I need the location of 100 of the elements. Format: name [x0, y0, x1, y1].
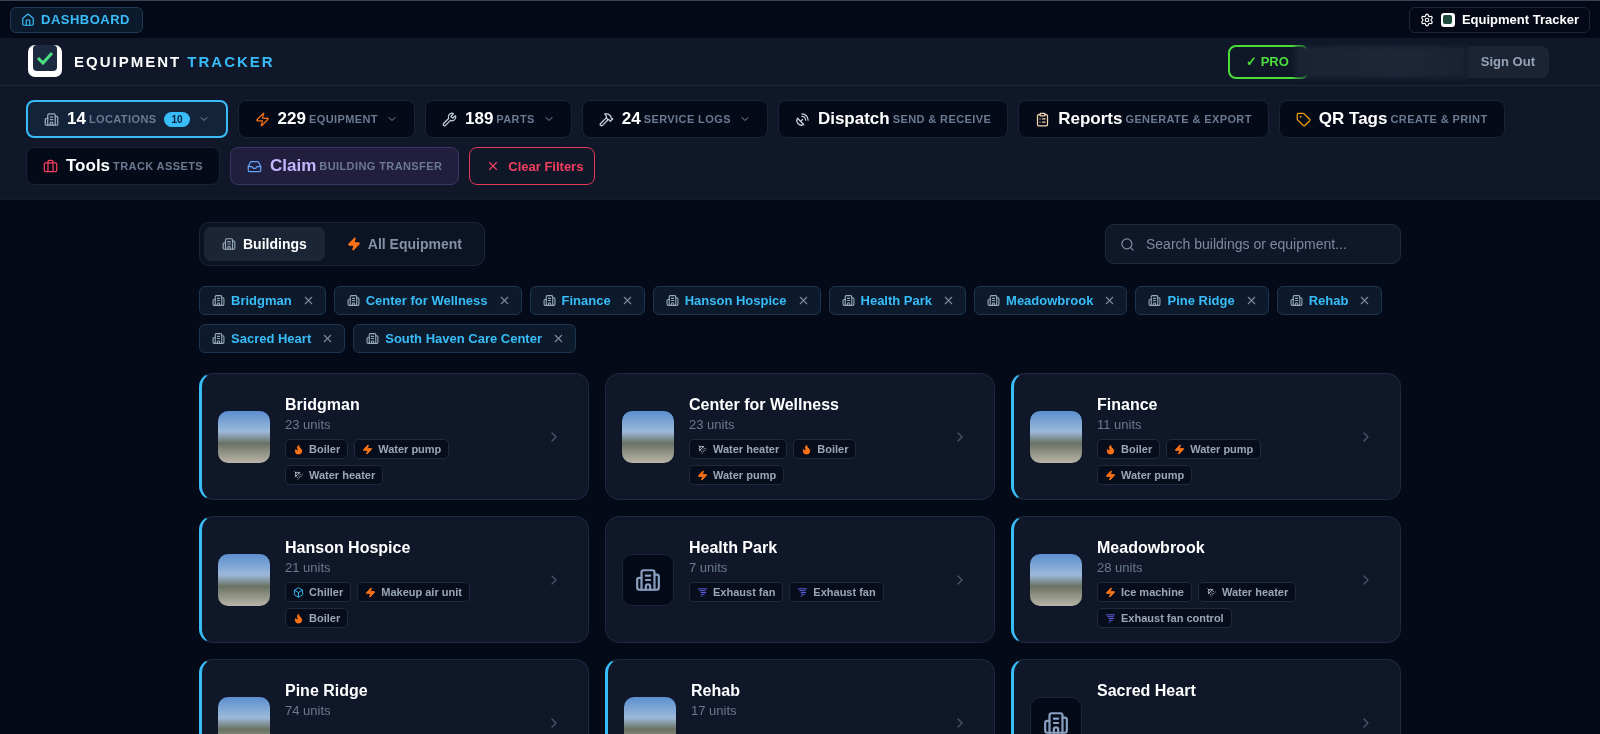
- building-icon: [1148, 294, 1162, 307]
- building-card[interactable]: Finance 11 units Boiler Water pump Water pump: [1011, 373, 1401, 500]
- unit-count: 74 units: [285, 703, 332, 718]
- building-icon: [665, 294, 679, 307]
- unit-count: 23 units: [285, 417, 332, 432]
- equipment-tag: Boiler: [1097, 439, 1161, 459]
- lightning-icon: [346, 237, 361, 251]
- chip-label: Rehab: [1308, 293, 1349, 308]
- lightning-icon: [1174, 443, 1186, 455]
- building-icon: [44, 111, 59, 127]
- building-icon: [346, 294, 360, 307]
- photo-placeholder: [624, 696, 676, 734]
- equipment-tag: Exhaust fan control: [1097, 608, 1232, 628]
- building-name: Pine Ridge: [285, 682, 369, 700]
- building-icon: [987, 294, 1001, 307]
- equipment-tag: Boiler: [285, 608, 349, 628]
- unit-count: 11 units: [1097, 417, 1143, 432]
- search-field[interactable]: Search buildings or equipment...: [1105, 224, 1401, 264]
- building-icon: [841, 294, 855, 307]
- chip-label: Center for Wellness: [365, 293, 488, 308]
- building-icon: [1289, 294, 1303, 307]
- unit-count: 21 units: [285, 560, 332, 575]
- nav-button[interactable]: Clear Filters: [469, 147, 596, 185]
- chip-label: Pine Ridge: [1167, 293, 1235, 308]
- unit-count: 7 units: [689, 560, 729, 575]
- building-name: Center for Wellness: [689, 396, 840, 414]
- dashboard-button[interactable]: DASHBOARD: [10, 6, 143, 33]
- building-icon: [212, 294, 225, 307]
- nav-button[interactable]: Reports GENERATE & EXPORT: [1018, 100, 1269, 138]
- satellite-dish-icon: [794, 111, 810, 127]
- settings-icon: [1419, 12, 1434, 27]
- unit-count: 17 units: [691, 703, 738, 718]
- nav-button[interactable]: 189 PARTS: [425, 100, 572, 138]
- photo-placeholder: [1030, 553, 1082, 606]
- building-card[interactable]: Rehab 17 units: [605, 659, 995, 734]
- flame-icon: [801, 443, 813, 455]
- home-icon: [21, 12, 35, 27]
- nav-button[interactable]: 24 SERVICE LOGS: [581, 100, 768, 138]
- nav-button[interactable]: Tools TRACK ASSETS: [26, 147, 221, 185]
- view-tab[interactable]: Buildings: [204, 227, 325, 261]
- building-name: Health Park: [689, 539, 779, 557]
- equipment-tag: Exhaust fan: [789, 582, 884, 602]
- equipment-tag: Boiler: [793, 439, 857, 459]
- building-card[interactable]: Pine Ridge 74 units: [199, 659, 589, 734]
- lightning-icon: [1105, 469, 1116, 481]
- chip-label: Health Park: [860, 293, 933, 308]
- chip-label: Bridgman: [231, 293, 292, 308]
- equipment-tag: Water heater: [689, 439, 788, 459]
- nav-button[interactable]: QR Tags CREATE & PRINT: [1278, 100, 1505, 138]
- building-name: Sacred Heart: [1097, 682, 1197, 700]
- unit-count: 23 units: [689, 417, 736, 432]
- chip-label: Sacred Heart: [231, 331, 312, 346]
- photo-placeholder: [218, 410, 270, 463]
- sign-out-button[interactable]: Sign Out: [1466, 45, 1549, 78]
- lightning-icon: [365, 586, 377, 598]
- equipment-tag: Water pump: [1097, 465, 1193, 485]
- chip-label: Finance: [561, 293, 611, 308]
- building-card[interactable]: Hanson Hospice 21 units Chiller Makeup air unit Boiler: [199, 516, 589, 643]
- flame-icon: [1105, 443, 1116, 455]
- building-icon: [222, 237, 236, 251]
- nav-button[interactable]: Claim BUILDING TRANSFER: [230, 147, 460, 185]
- nav-button[interactable]: 14 LOCATIONS 10: [26, 100, 228, 138]
- building-card[interactable]: Center for Wellness 23 units Water heater Boiler Water pump: [605, 373, 995, 500]
- chip-label: Hanson Hospice: [684, 293, 787, 308]
- tools-icon: [598, 111, 614, 127]
- close-icon: [552, 332, 565, 345]
- building-card[interactable]: Health Park 7 units Exhaust fan Exhaust fan: [605, 516, 995, 643]
- equipment-tag: Water pump: [354, 439, 450, 459]
- brand-title: EQUIPMENT TRACKER: [74, 53, 275, 70]
- lightning-icon: [1105, 586, 1116, 598]
- view-tab[interactable]: All Equipment: [328, 227, 480, 261]
- nav-button[interactable]: 229 EQUIPMENT: [237, 100, 415, 138]
- equipment-tag: Ice machine: [1097, 582, 1192, 602]
- building-name: Bridgman: [285, 396, 361, 414]
- building-card[interactable]: Bridgman 23 units Boiler Water pump Water heater: [199, 373, 589, 500]
- search-input[interactable]: Search buildings or equipment...: [1144, 235, 1386, 253]
- tag-icon: [1295, 111, 1311, 127]
- app-switcher[interactable]: Equipment Tracker: [1408, 6, 1590, 33]
- equipment-tag: Boiler: [285, 439, 349, 459]
- lightning-icon: [697, 469, 708, 481]
- equipment-tag: Water heater: [1198, 582, 1297, 602]
- count-badge: 10: [164, 111, 190, 127]
- building-icon: [212, 332, 225, 345]
- inbox-icon: [247, 158, 263, 174]
- building-card[interactable]: Meadowbrook 28 units Ice machine Water heater Exhaust fan control: [1011, 516, 1401, 643]
- lightning-icon: [362, 443, 374, 455]
- flame-icon: [293, 612, 304, 624]
- equipment-tag: Water pump: [1166, 439, 1262, 459]
- photo-placeholder: [218, 553, 270, 606]
- building-card[interactable]: Sacred Heart: [1011, 659, 1401, 734]
- equipment-tag: Water heater: [285, 465, 384, 485]
- equipment-tag: Water pump: [689, 465, 785, 485]
- toolbox-icon: [43, 158, 58, 174]
- lightning-icon: [254, 111, 270, 127]
- building-icon: [1043, 709, 1069, 734]
- nav-button[interactable]: Dispatch SEND & RECEIVE: [777, 100, 1009, 138]
- building-name: Meadowbrook: [1097, 539, 1206, 557]
- search-icon: [1120, 236, 1135, 252]
- chip-label: South Haven Care Center: [385, 331, 542, 346]
- wrench-icon: [442, 111, 457, 127]
